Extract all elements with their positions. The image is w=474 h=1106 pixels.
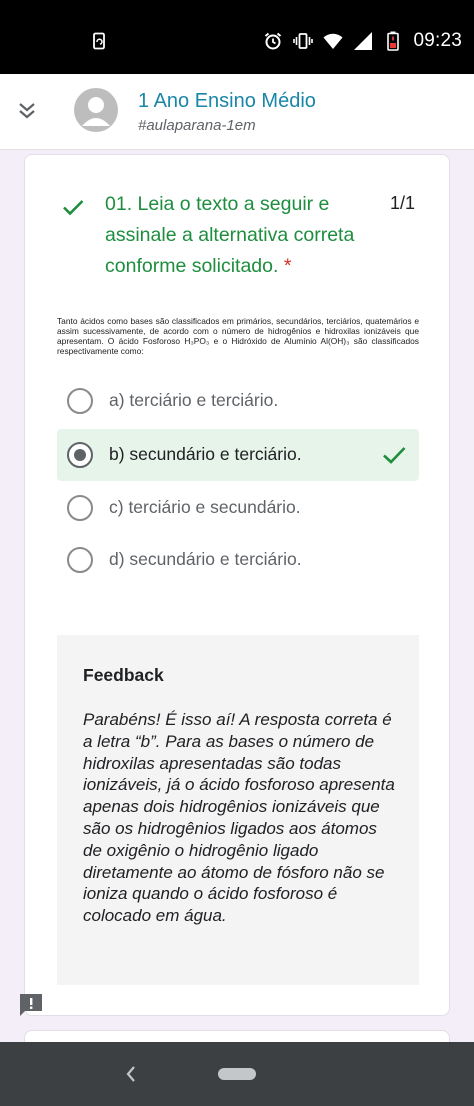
system-nav-bar: [0, 1042, 474, 1106]
option-b[interactable]: b) secundário e terciário.: [57, 429, 419, 481]
feedback-box: Feedback Parabéns! É isso aí! A resposta…: [57, 635, 419, 985]
correct-check-icon: [63, 200, 84, 216]
content-area: 01. Leia o texto a seguir e assinale a a…: [0, 150, 474, 1060]
wifi-icon: [323, 33, 343, 49]
vibrate-icon: [293, 33, 314, 49]
feedback-title: Feedback: [83, 665, 164, 685]
option-label: b) secundário e terciário.: [109, 444, 302, 464]
question-title-text: 01. Leia o texto a seguir e assinale a a…: [105, 193, 355, 277]
form-hashtag: #aulaparana-1em: [138, 117, 256, 134]
radio-a[interactable]: [67, 388, 93, 414]
avatar-person-icon[interactable]: [74, 88, 118, 132]
alarm-icon: [265, 32, 282, 50]
question-text: Tanto ácidos como bases são classificado…: [57, 316, 419, 356]
radio-c[interactable]: [67, 495, 93, 521]
status-bar: 09:23: [0, 0, 474, 74]
question-title: 01. Leia o texto a seguir e assinale a a…: [105, 189, 385, 282]
required-mark: *: [283, 255, 292, 277]
option-d[interactable]: d) secundário e terciário.: [57, 534, 419, 586]
feedback-text: Parabéns! É isso aí! A resposta correta …: [83, 710, 395, 926]
question-score: 1/1: [389, 193, 415, 213]
option-label: a) terciário e terciário.: [109, 390, 279, 410]
option-label: d) secundário e terciário.: [109, 549, 302, 569]
radio-b[interactable]: [67, 442, 93, 468]
question-card: 01. Leia o texto a seguir e assinale a a…: [24, 154, 450, 1016]
back-chevron-icon[interactable]: [122, 1062, 140, 1086]
signal-icon: [354, 32, 373, 50]
app-header: 1 Ano Ensino Médio #aulaparana-1em: [0, 74, 474, 150]
option-c[interactable]: c) terciário e secundário.: [57, 482, 419, 534]
option-label: c) terciário e secundário.: [109, 497, 301, 517]
status-icons: 09:23: [263, 28, 462, 54]
option-a[interactable]: a) terciário e terciário.: [57, 375, 419, 427]
collapse-chevrons-icon[interactable]: [14, 98, 40, 124]
correct-answer-check-icon: [383, 447, 406, 464]
report-feedback-icon[interactable]: [18, 992, 44, 1018]
screenshot-rotate-icon: [93, 32, 105, 50]
status-time: 09:23: [413, 30, 462, 51]
battery-low-icon: [387, 31, 400, 51]
radio-d[interactable]: [67, 547, 93, 573]
form-title: 1 Ano Ensino Médio: [138, 90, 316, 112]
home-pill[interactable]: [218, 1068, 256, 1080]
